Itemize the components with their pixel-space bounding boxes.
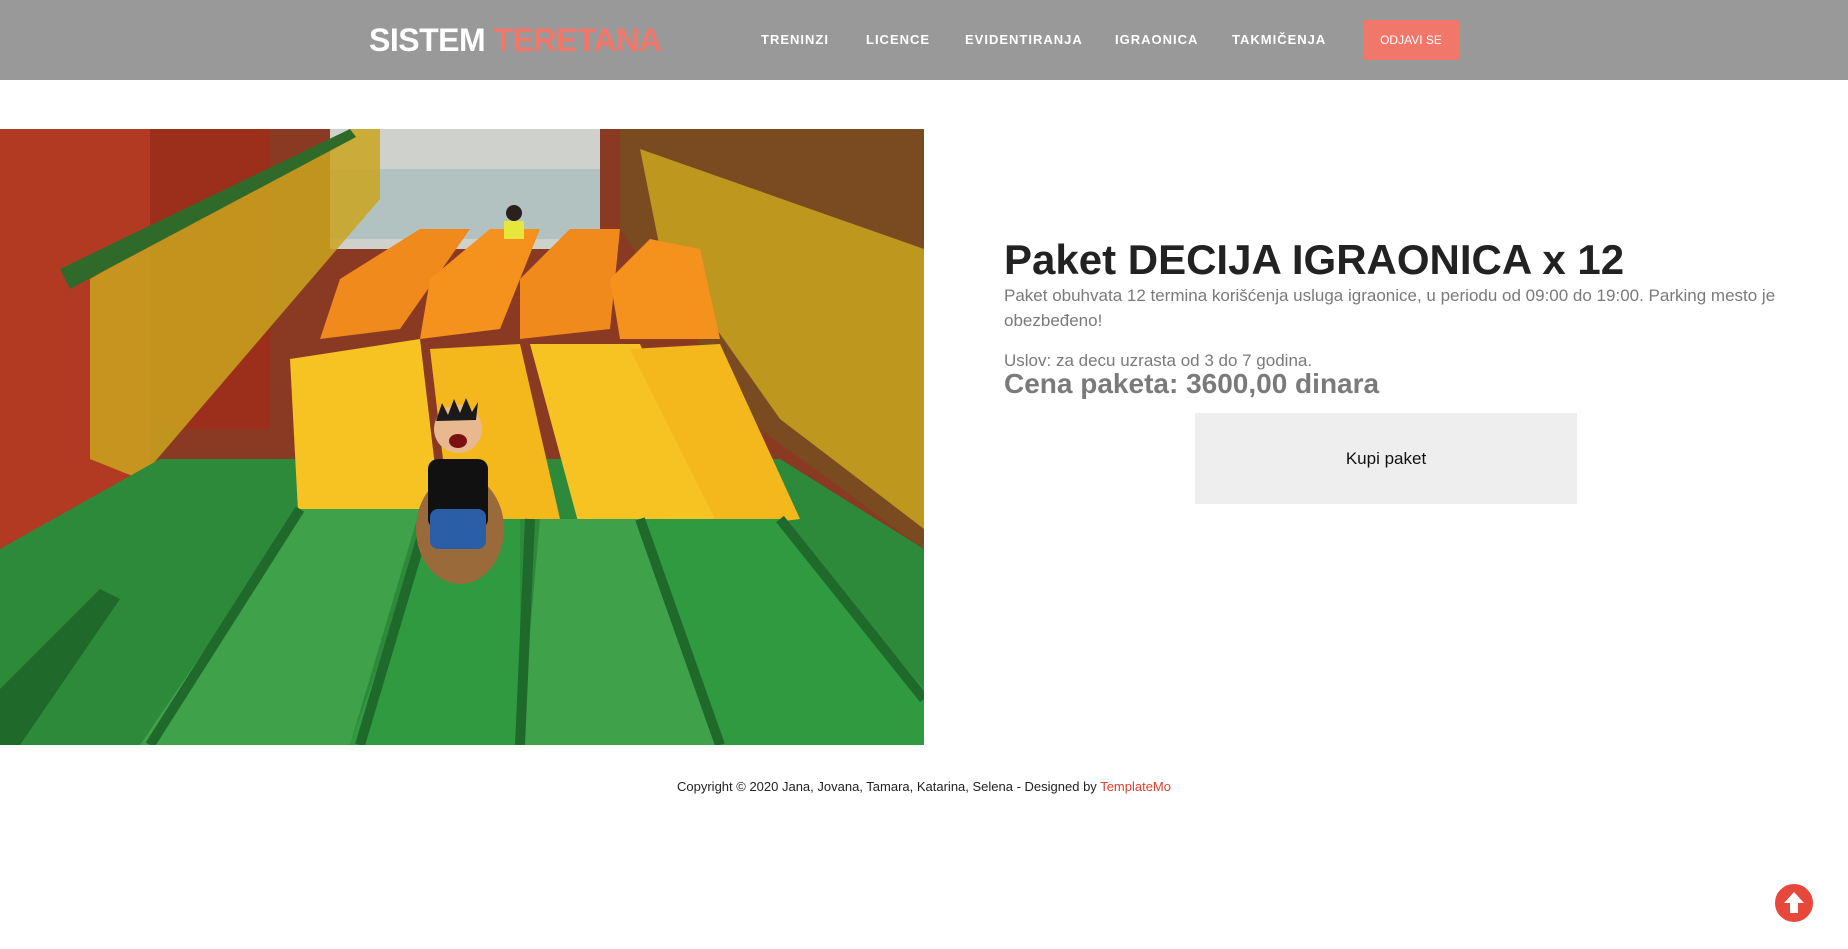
package-photo (0, 129, 924, 745)
package-title: Paket DECIJA IGRAONICA x 12 (1004, 236, 1625, 284)
copyright-text: Copyright © 2020 Jana, Jovana, Tamara, K… (677, 779, 1101, 794)
nav-item-licence[interactable]: LICENCE (866, 31, 930, 49)
nav-item-evidentiranja[interactable]: EVIDENTIRANJA (965, 31, 1083, 49)
nav-item-takmicenja[interactable]: TAKMIČENJA (1232, 31, 1326, 49)
brand-part-2: TERETANA (493, 22, 662, 58)
package-price: Cena paketa: 3600,00 dinara (1004, 368, 1380, 399)
brand-logo[interactable]: SISTEM TERETANA (369, 20, 662, 60)
scroll-to-top-button[interactable] (1773, 882, 1815, 924)
buy-package-button[interactable]: Kupi paket (1195, 413, 1577, 504)
designer-link[interactable]: TemplateMo (1100, 779, 1171, 794)
playground-slide-illustration (0, 129, 924, 745)
brand-part-1: SISTEM (369, 22, 486, 58)
package-description: Paket obuhvata 12 termina korišćenja usl… (1004, 286, 1776, 330)
site-header: SISTEM TERETANA TRENINZI LICENCE EVIDENT… (0, 0, 1848, 80)
logout-button[interactable]: ODJAVI SE (1363, 20, 1459, 60)
nav-item-treninzi[interactable]: TRENINZI (761, 31, 829, 49)
nav-item-igraonica[interactable]: IGRAONICA (1115, 31, 1198, 49)
site-footer: Copyright © 2020 Jana, Jovana, Tamara, K… (0, 778, 1848, 796)
arrow-up-circle-icon (1784, 892, 1804, 913)
